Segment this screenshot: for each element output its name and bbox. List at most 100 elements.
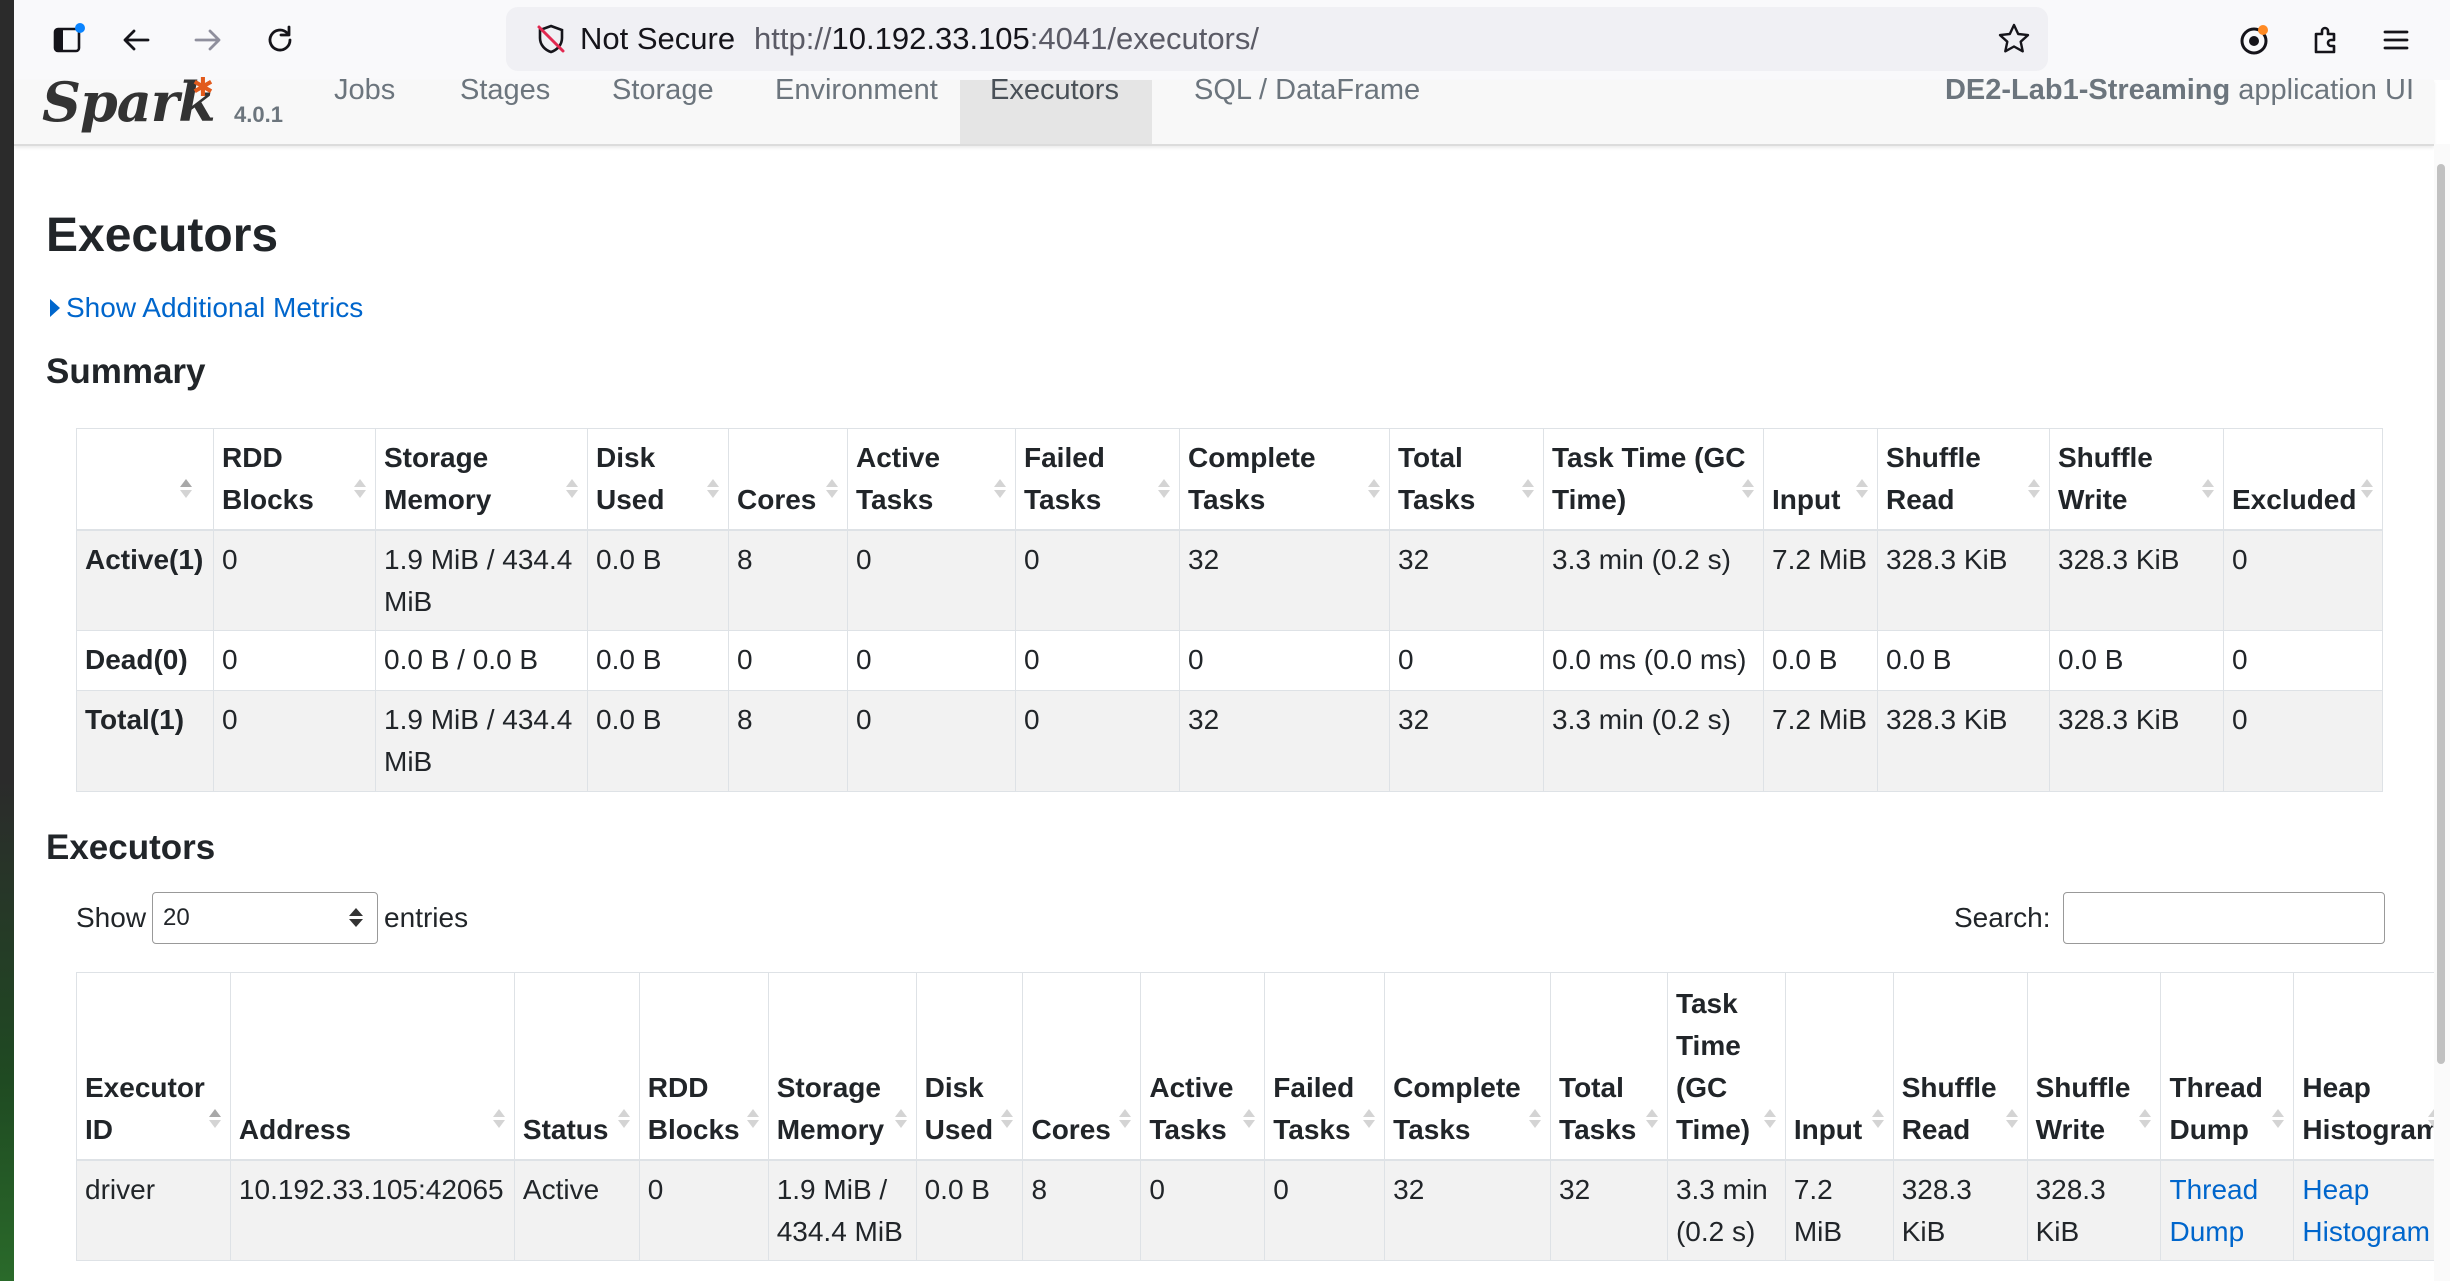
executors-col-header[interactable]: Address — [229, 972, 515, 1160]
summary-row-label: Active(1) — [76, 529, 214, 631]
executors-col-header[interactable]: Cores — [1022, 972, 1142, 1160]
summary-cell: 3.3 min (0.2 s) — [1543, 690, 1764, 792]
executors-col-header[interactable]: Executor ID — [76, 972, 231, 1160]
show-additional-metrics-label: Show Additional Metrics — [66, 292, 364, 323]
executors-cell-total-tasks: 32 — [1550, 1159, 1668, 1261]
extensions-icon[interactable] — [2300, 14, 2352, 66]
executors-col-header[interactable]: Active Tasks — [1140, 972, 1266, 1160]
back-arrow-icon[interactable] — [110, 14, 162, 66]
summary-col-header[interactable]: Input — [1763, 428, 1878, 530]
show-additional-metrics-toggle[interactable]: Show Additional Metrics — [50, 292, 363, 324]
summary-col-header[interactable]: Cores — [728, 428, 848, 530]
executors-cell-active-tasks: 0 — [1140, 1159, 1266, 1261]
executors-col-header[interactable]: Total Tasks — [1550, 972, 1668, 1160]
summary-cell: 0.0 B — [1877, 630, 2050, 691]
executors-col-header[interactable]: Status — [513, 972, 640, 1160]
entries-select[interactable]: 20 — [152, 892, 379, 944]
summary-col-header[interactable]: Task Time (GC Time) — [1543, 428, 1764, 530]
sort-arrows-icon — [1242, 1106, 1256, 1131]
address-bar[interactable]: Not Secure http://10.192.33.105:4041/exe… — [506, 7, 2048, 71]
nav-executors[interactable]: Executors — [960, 76, 1152, 144]
thread-dump-link[interactable]: Thread Dump — [2169, 1174, 2258, 1247]
executors-cell-address: 10.192.33.105:42065 — [229, 1159, 515, 1261]
shield-slash-icon — [537, 24, 565, 54]
executors-col-header[interactable]: Disk Used — [915, 972, 1024, 1160]
summary-cell: 8 — [728, 529, 848, 631]
summary-cell: 0 — [213, 690, 376, 792]
sort-arrows-icon — [1528, 1106, 1542, 1131]
executors-col-header[interactable]: Thread Dump — [2160, 972, 2295, 1160]
summary-cell: 32 — [1179, 690, 1390, 792]
forward-arrow-icon[interactable] — [182, 14, 234, 66]
summary-cell: 1.9 MiB / 434.4 MiB — [375, 690, 588, 792]
executors-col-header[interactable]: Failed Tasks — [1264, 972, 1386, 1160]
show-label: Show — [76, 902, 147, 933]
summary-col-label[interactable] — [76, 428, 214, 530]
executors-cell-thread-dump: Thread Dump — [2160, 1159, 2295, 1261]
heap-histogram-link[interactable]: Heap Histogram — [2302, 1174, 2430, 1247]
executors-col-header-label: Thread Dump — [2169, 1071, 2263, 1145]
executors-col-header[interactable]: Heap Histogram — [2293, 972, 2450, 1160]
show-entries-control: Show 20 entries — [76, 890, 468, 946]
executors-cell-shuffle-write: 328.3 KiB — [2026, 1159, 2162, 1261]
summary-cell: 32 — [1179, 529, 1390, 631]
scrollbar-thumb[interactable] — [2437, 164, 2445, 1064]
executors-cell-disk-used: 0.0 B — [915, 1159, 1024, 1261]
summary-col-header[interactable]: Failed Tasks — [1015, 428, 1180, 530]
sort-arrows-icon — [1362, 1106, 1376, 1131]
summary-col-header[interactable]: RDD Blocks — [213, 428, 376, 530]
executors-col-header[interactable]: Complete Tasks — [1384, 972, 1552, 1160]
executors-cell-executor-id: driver — [76, 1159, 231, 1261]
not-secure-indicator[interactable]: Not Secure — [534, 7, 735, 71]
summary-col-header[interactable]: Active Tasks — [847, 428, 1016, 530]
summary-col-header[interactable]: Shuffle Write — [2049, 428, 2224, 530]
nav-jobs[interactable]: Jobs — [304, 76, 425, 144]
summary-cell: 0 — [2223, 690, 2383, 792]
summary-cell: 0.0 B — [1763, 630, 1878, 691]
executors-col-header-label: Shuffle Read — [1901, 1071, 1997, 1145]
sort-arrows-icon — [208, 1106, 222, 1131]
summary-col-header[interactable]: Total Tasks — [1389, 428, 1544, 530]
page-scrollbar[interactable] — [2434, 144, 2450, 1281]
sort-arrows-icon — [1645, 1106, 1659, 1131]
bookmark-star-icon[interactable] — [1996, 21, 2032, 57]
account-icon[interactable] — [2228, 14, 2280, 66]
executors-col-header[interactable]: RDD Blocks — [638, 972, 769, 1160]
app-suffix: application UI — [2238, 74, 2414, 106]
summary-cell: 328.3 KiB — [1877, 529, 2050, 631]
application-title: DE2-Lab1-Streaming application UI — [1945, 76, 2414, 108]
app-name: DE2-Lab1-Streaming — [1944, 74, 2231, 106]
summary-cell: 0 — [847, 630, 1016, 691]
expand-triangle-icon — [50, 299, 60, 317]
summary-col-header[interactable]: Storage Memory — [375, 428, 588, 530]
summary-table: RDD Blocks Storage Memory Disk Used Core… — [76, 428, 2383, 792]
desktop-edge — [0, 0, 14, 1281]
summary-col-header[interactable]: Complete Tasks — [1179, 428, 1390, 530]
nav-sql-dataframe[interactable]: SQL / DataFrame — [1164, 76, 1450, 144]
nav-environment[interactable]: Environment — [745, 76, 968, 144]
search-input[interactable] — [2062, 892, 2385, 944]
executors-col-header[interactable]: Input — [1784, 972, 1894, 1160]
menu-hamburger-icon[interactable] — [2370, 14, 2422, 66]
summary-col-header[interactable]: Excluded — [2223, 428, 2383, 530]
executors-col-header[interactable]: Storage Memory — [767, 972, 917, 1160]
summary-cell: 0.0 B — [587, 690, 729, 792]
summary-col-header[interactable]: Shuffle Read — [1877, 428, 2050, 530]
nav-storage[interactable]: Storage — [582, 76, 744, 144]
executors-col-header[interactable]: Task Time (GC Time) — [1666, 972, 1786, 1160]
executors-col-header[interactable]: Shuffle Read — [1892, 972, 2028, 1160]
summary-row: Total(1) 0 1.9 MiB / 434.4 MiB 0.0 B 8 0 0 32 32… — [76, 690, 2383, 792]
executors-col-header-label: Disk Used — [924, 1071, 994, 1145]
browser-toolbar: Not Secure http://10.192.33.105:4041/exe… — [14, 0, 2450, 80]
executors-col-header-label: Storage Memory — [776, 1071, 885, 1145]
nav-stages[interactable]: Stages — [430, 76, 580, 144]
sidebar-toggle-icon[interactable] — [42, 14, 94, 66]
summary-col-header[interactable]: Disk Used — [587, 428, 729, 530]
executors-cell-shuffle-read: 328.3 KiB — [1892, 1159, 2028, 1261]
url-text[interactable]: http://10.192.33.105:4041/executors/ — [754, 7, 1259, 71]
reload-icon[interactable] — [254, 14, 306, 66]
spark-navbar: Spark ✱ 4.0.1 Jobs Stages Storage Enviro… — [14, 70, 2434, 146]
executors-col-header-label: Cores — [1031, 1113, 1111, 1145]
executors-col-header-label: Executor ID — [85, 1071, 205, 1145]
executors-col-header[interactable]: Shuffle Write — [2026, 972, 2162, 1160]
